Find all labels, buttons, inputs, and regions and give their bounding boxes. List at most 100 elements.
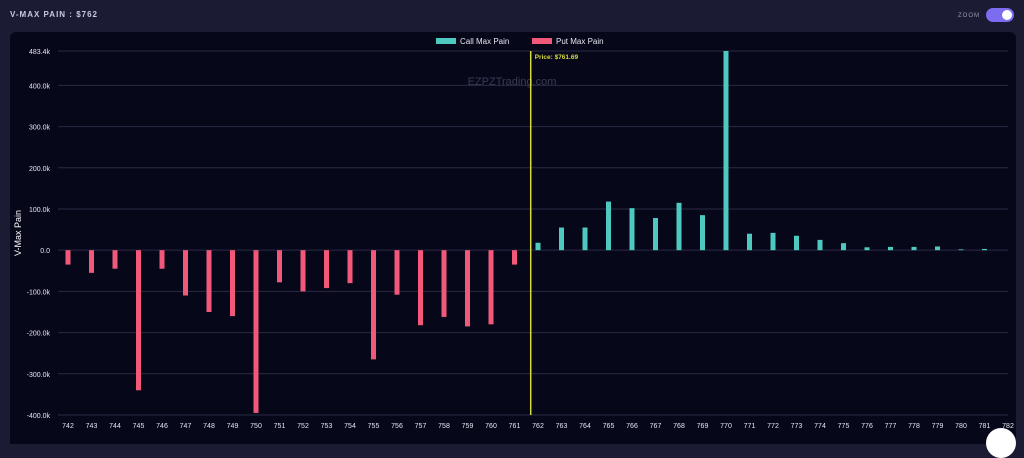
bar-call-max-pain [770, 232, 776, 251]
x-tick-label: 742 [62, 423, 74, 430]
corner-logo-badge [986, 428, 1016, 458]
x-tick-label: 771 [744, 423, 756, 430]
bar-call-max-pain [653, 218, 658, 251]
bar-put-max-pain [136, 250, 141, 391]
legend-swatch [532, 38, 552, 44]
bar-put-max-pain [253, 250, 259, 413]
bar-put-max-pain [206, 250, 212, 312]
y-tick-label: 100.0k [29, 207, 51, 214]
x-tick-label: 761 [509, 423, 521, 430]
bar-put-max-pain [183, 250, 188, 296]
x-tick-label: 778 [908, 423, 920, 430]
y-tick-label: 300.0k [29, 125, 51, 132]
x-tick-label: 750 [250, 423, 262, 430]
bar-call-max-pain [606, 201, 611, 251]
x-tick-label: 751 [274, 423, 286, 430]
x-tick-label: 760 [485, 423, 497, 430]
bar-put-max-pain [371, 250, 376, 360]
bar-call-max-pain [958, 249, 964, 251]
bar-put-max-pain [465, 250, 470, 327]
x-tick-label: 745 [133, 423, 145, 430]
y-tick-label: 200.0k [29, 166, 51, 173]
bar-put-max-pain [347, 250, 353, 284]
bar-call-max-pain [935, 246, 940, 251]
bar-put-max-pain [441, 250, 447, 317]
x-tick-label: 773 [791, 423, 803, 430]
bar-put-max-pain [300, 250, 306, 292]
bar-call-max-pain [817, 239, 823, 251]
legend-label: Call Max Pain [460, 37, 509, 46]
bar-put-max-pain [89, 250, 94, 273]
bar-put-max-pain [394, 250, 400, 295]
x-tick-label: 757 [415, 423, 427, 430]
y-tick-label: 0.0 [40, 248, 50, 255]
x-tick-label: 764 [579, 423, 591, 430]
y-tick-label: -200.0k [27, 331, 51, 338]
max-pain-chart: 483.4k 400.0k 300.0k 200.0k 100.0k 0.0 -100.0k… [13, 37, 1014, 430]
x-tick-label: 776 [861, 423, 873, 430]
x-tick-label: 749 [227, 423, 239, 430]
x-tick-label: 756 [391, 423, 403, 430]
x-tick-label: 752 [297, 423, 309, 430]
legend-label: Put Max Pain [556, 37, 604, 46]
header-title: V-MAX PAIN : $762 [10, 10, 98, 19]
bar-put-max-pain [324, 250, 329, 289]
bar-call-max-pain [794, 235, 799, 251]
bar-put-max-pain [112, 250, 118, 269]
x-tick-label: 748 [203, 423, 215, 430]
x-tick-label: 766 [626, 423, 638, 430]
x-tick-label: 780 [955, 423, 967, 430]
bar-call-max-pain [864, 247, 870, 251]
x-tick-label: 765 [603, 423, 615, 430]
bar-call-max-pain [723, 51, 729, 251]
x-tick-label: 770 [720, 423, 732, 430]
x-tick-label: 767 [650, 423, 662, 430]
bar-put-max-pain [159, 250, 165, 269]
bar-call-max-pain [559, 227, 564, 251]
bar-call-max-pain [700, 215, 705, 251]
bar-put-max-pain [418, 250, 423, 326]
x-tick-label: 744 [109, 423, 121, 430]
bar-call-max-pain [629, 208, 635, 251]
bar-call-max-pain [841, 243, 846, 251]
x-tick-label: 753 [321, 423, 333, 430]
x-tick-label: 758 [438, 423, 450, 430]
x-tick-label: 774 [814, 423, 826, 430]
x-tick-label: 743 [86, 423, 98, 430]
bar-put-max-pain [230, 250, 235, 317]
bar-call-max-pain [911, 246, 917, 251]
x-tick-label: 769 [697, 423, 709, 430]
x-tick-label: 775 [838, 423, 850, 430]
zoom-toggle-knob [1002, 10, 1012, 20]
x-tick-label: 772 [767, 423, 779, 430]
bar-call-max-pain [582, 227, 588, 251]
x-tick-label: 759 [462, 423, 474, 430]
bar-put-max-pain [277, 250, 282, 283]
chart-panel: 483.4k 400.0k 300.0k 200.0k 100.0k 0.0 -100.0k… [10, 32, 1016, 458]
legend-swatch [436, 38, 456, 44]
x-tick-label: 755 [368, 423, 380, 430]
x-tick-label: 762 [532, 423, 544, 430]
y-tick-label: 483.4k [29, 49, 51, 56]
x-tick-label: 746 [156, 423, 168, 430]
bar-put-max-pain [65, 250, 71, 265]
x-tick-label: 747 [180, 423, 192, 430]
y-tick-label: -300.0k [27, 372, 51, 379]
x-tick-label: 763 [556, 423, 568, 430]
bar-call-max-pain [888, 246, 893, 251]
bar-put-max-pain [488, 250, 494, 325]
bar-call-max-pain [676, 202, 682, 251]
zoom-toggle[interactable] [986, 8, 1014, 22]
x-tick-label: 781 [979, 423, 991, 430]
watermark: EZPZTrading.com [468, 76, 557, 88]
y-axis-title: V-Max Pain [13, 210, 23, 256]
bar-call-max-pain [535, 242, 541, 251]
x-tick-label: 754 [344, 423, 356, 430]
bar-put-max-pain [512, 250, 517, 265]
zoom-label: ZOOM [958, 13, 980, 19]
y-tick-label: -100.0k [27, 289, 51, 296]
y-tick-label: -400.0k [27, 413, 51, 420]
y-tick-label: 400.0k [29, 83, 51, 90]
bar-call-max-pain [982, 248, 987, 251]
x-tick-label: 777 [885, 423, 897, 430]
